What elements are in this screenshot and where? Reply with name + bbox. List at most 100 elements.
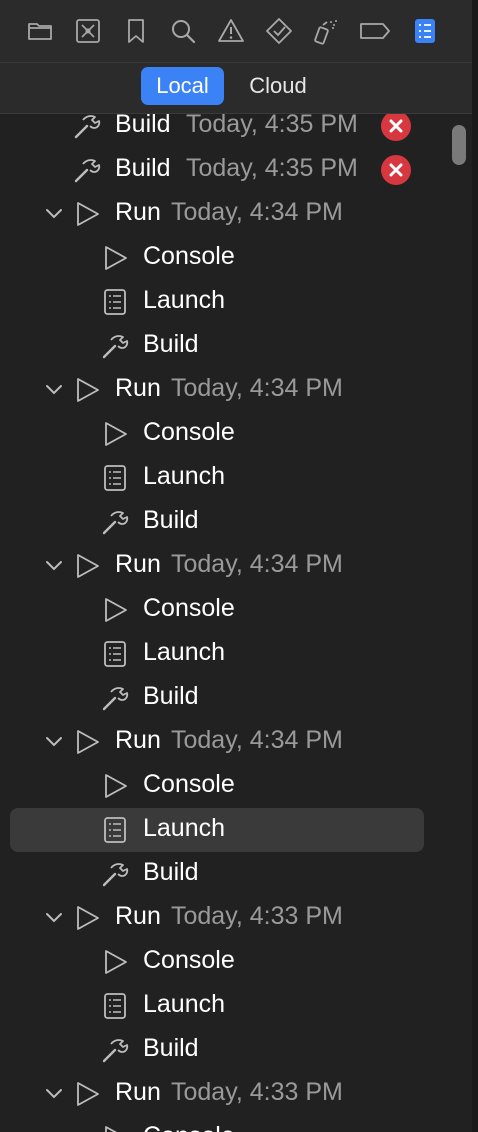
report-row-launch[interactable]: Launch xyxy=(0,456,472,500)
scrollbar-track[interactable] xyxy=(472,0,478,1132)
report-row-console[interactable]: Console xyxy=(0,412,472,456)
console-play-icon xyxy=(100,243,130,273)
report-row-run[interactable]: Run Today, 4:33 PM xyxy=(0,896,472,940)
report-row-launch[interactable]: Launch xyxy=(0,280,472,324)
launch-list-icon xyxy=(100,639,130,669)
report-row-build[interactable]: Build xyxy=(0,500,472,544)
report-row-run[interactable]: Run Today, 4:34 PM xyxy=(0,720,472,764)
hammer-icon xyxy=(100,683,130,713)
launch-list-icon xyxy=(100,287,130,317)
report-row-run[interactable]: Run Today, 4:34 PM xyxy=(0,368,472,412)
row-label: Build xyxy=(115,154,171,182)
search-icon[interactable] xyxy=(168,16,198,46)
report-row-build[interactable]: Build xyxy=(0,1028,472,1072)
report-row-console[interactable]: Console xyxy=(0,940,472,984)
report-row-launch[interactable]: Launch xyxy=(0,808,472,852)
report-row-build[interactable]: Build Today, 4:35 PM xyxy=(0,148,472,192)
run-play-icon xyxy=(72,903,102,933)
report-row-console[interactable]: Console xyxy=(0,588,472,632)
row-label: Build xyxy=(143,1034,199,1062)
launch-list-icon xyxy=(100,991,130,1021)
console-play-icon xyxy=(100,1123,130,1132)
row-label: Build xyxy=(115,114,171,138)
debug-spray-icon[interactable] xyxy=(311,16,341,46)
row-timestamp: Today, 4:34 PM xyxy=(171,550,343,578)
chevron-down-icon[interactable] xyxy=(44,556,64,576)
hammer-icon xyxy=(100,507,130,537)
report-row-run[interactable]: Run Today, 4:34 PM xyxy=(0,544,472,588)
report-row-build[interactable]: Build xyxy=(0,852,472,896)
row-label: Run xyxy=(115,902,161,930)
row-label: Run xyxy=(115,550,161,578)
row-timestamp: Today, 4:34 PM xyxy=(171,726,343,754)
report-row-run[interactable]: Run Today, 4:34 PM xyxy=(0,192,472,236)
row-label: Launch xyxy=(143,638,226,666)
row-label: Console xyxy=(143,242,235,270)
row-label: Launch xyxy=(143,462,226,490)
report-row-console[interactable]: Console xyxy=(0,1116,472,1132)
row-label: Launch xyxy=(143,286,226,314)
warning-icon[interactable] xyxy=(216,16,246,46)
report-list: Build Today, 4:35 PM Build Today, 4:35 PM Ru… xyxy=(0,114,472,1132)
run-play-icon xyxy=(72,1079,102,1109)
row-timestamp: Today, 4:34 PM xyxy=(171,198,343,226)
run-play-icon xyxy=(72,727,102,757)
row-timestamp: Today, 4:33 PM xyxy=(171,1078,343,1106)
folder-icon[interactable] xyxy=(25,16,55,46)
chevron-down-icon[interactable] xyxy=(44,732,64,752)
row-timestamp: Today, 4:34 PM xyxy=(171,374,343,402)
console-play-icon xyxy=(100,595,130,625)
report-list-icon[interactable] xyxy=(410,16,440,46)
hammer-icon xyxy=(72,114,102,141)
report-row-build[interactable]: Build Today, 4:35 PM xyxy=(0,114,472,148)
row-label: Console xyxy=(143,946,235,974)
hammer-icon xyxy=(72,155,102,185)
row-label: Console xyxy=(143,594,235,622)
row-label: Run xyxy=(115,374,161,402)
console-play-icon xyxy=(100,771,130,801)
row-timestamp: Today, 4:35 PM xyxy=(186,154,358,182)
row-timestamp: Today, 4:35 PM xyxy=(186,114,358,138)
console-play-icon xyxy=(100,419,130,449)
error-badge-icon xyxy=(381,114,411,141)
chevron-down-icon[interactable] xyxy=(44,204,64,224)
row-label: Run xyxy=(115,198,161,226)
source-segmented-control: Local Cloud xyxy=(0,63,472,114)
row-label: Build xyxy=(143,506,199,534)
row-label: Run xyxy=(115,1078,161,1106)
launch-list-icon xyxy=(100,463,130,493)
local-segment[interactable]: Local xyxy=(141,67,224,105)
row-label: Console xyxy=(143,770,235,798)
scrollbar-thumb[interactable] xyxy=(452,125,466,165)
chevron-down-icon[interactable] xyxy=(44,380,64,400)
run-play-icon xyxy=(72,551,102,581)
row-timestamp: Today, 4:33 PM xyxy=(171,902,343,930)
error-badge-icon xyxy=(381,155,411,185)
bookmark-icon[interactable] xyxy=(121,16,151,46)
report-row-launch[interactable]: Launch xyxy=(0,984,472,1028)
report-row-console[interactable]: Console xyxy=(0,764,472,808)
run-play-icon xyxy=(72,199,102,229)
launch-list-icon xyxy=(100,815,130,845)
report-row-console[interactable]: Console xyxy=(0,236,472,280)
source-control-icon[interactable] xyxy=(73,16,103,46)
row-label: Console xyxy=(143,1122,235,1132)
chevron-down-icon[interactable] xyxy=(44,908,64,928)
breakpoint-tag-icon[interactable] xyxy=(358,16,392,46)
report-row-build[interactable]: Build xyxy=(0,676,472,720)
row-label: Build xyxy=(143,330,199,358)
row-label: Run xyxy=(115,726,161,754)
console-play-icon xyxy=(100,947,130,977)
report-row-launch[interactable]: Launch xyxy=(0,632,472,676)
report-row-build[interactable]: Build xyxy=(0,324,472,368)
row-label: Launch xyxy=(143,990,226,1018)
navigator-toolbar xyxy=(0,0,472,63)
test-diamond-icon[interactable] xyxy=(264,16,294,46)
run-play-icon xyxy=(72,375,102,405)
cloud-segment[interactable]: Cloud xyxy=(236,67,320,105)
row-label: Launch xyxy=(143,814,226,842)
row-label: Build xyxy=(143,858,199,886)
report-row-run[interactable]: Run Today, 4:33 PM xyxy=(0,1072,472,1116)
row-label: Console xyxy=(143,418,235,446)
chevron-down-icon[interactable] xyxy=(44,1084,64,1104)
